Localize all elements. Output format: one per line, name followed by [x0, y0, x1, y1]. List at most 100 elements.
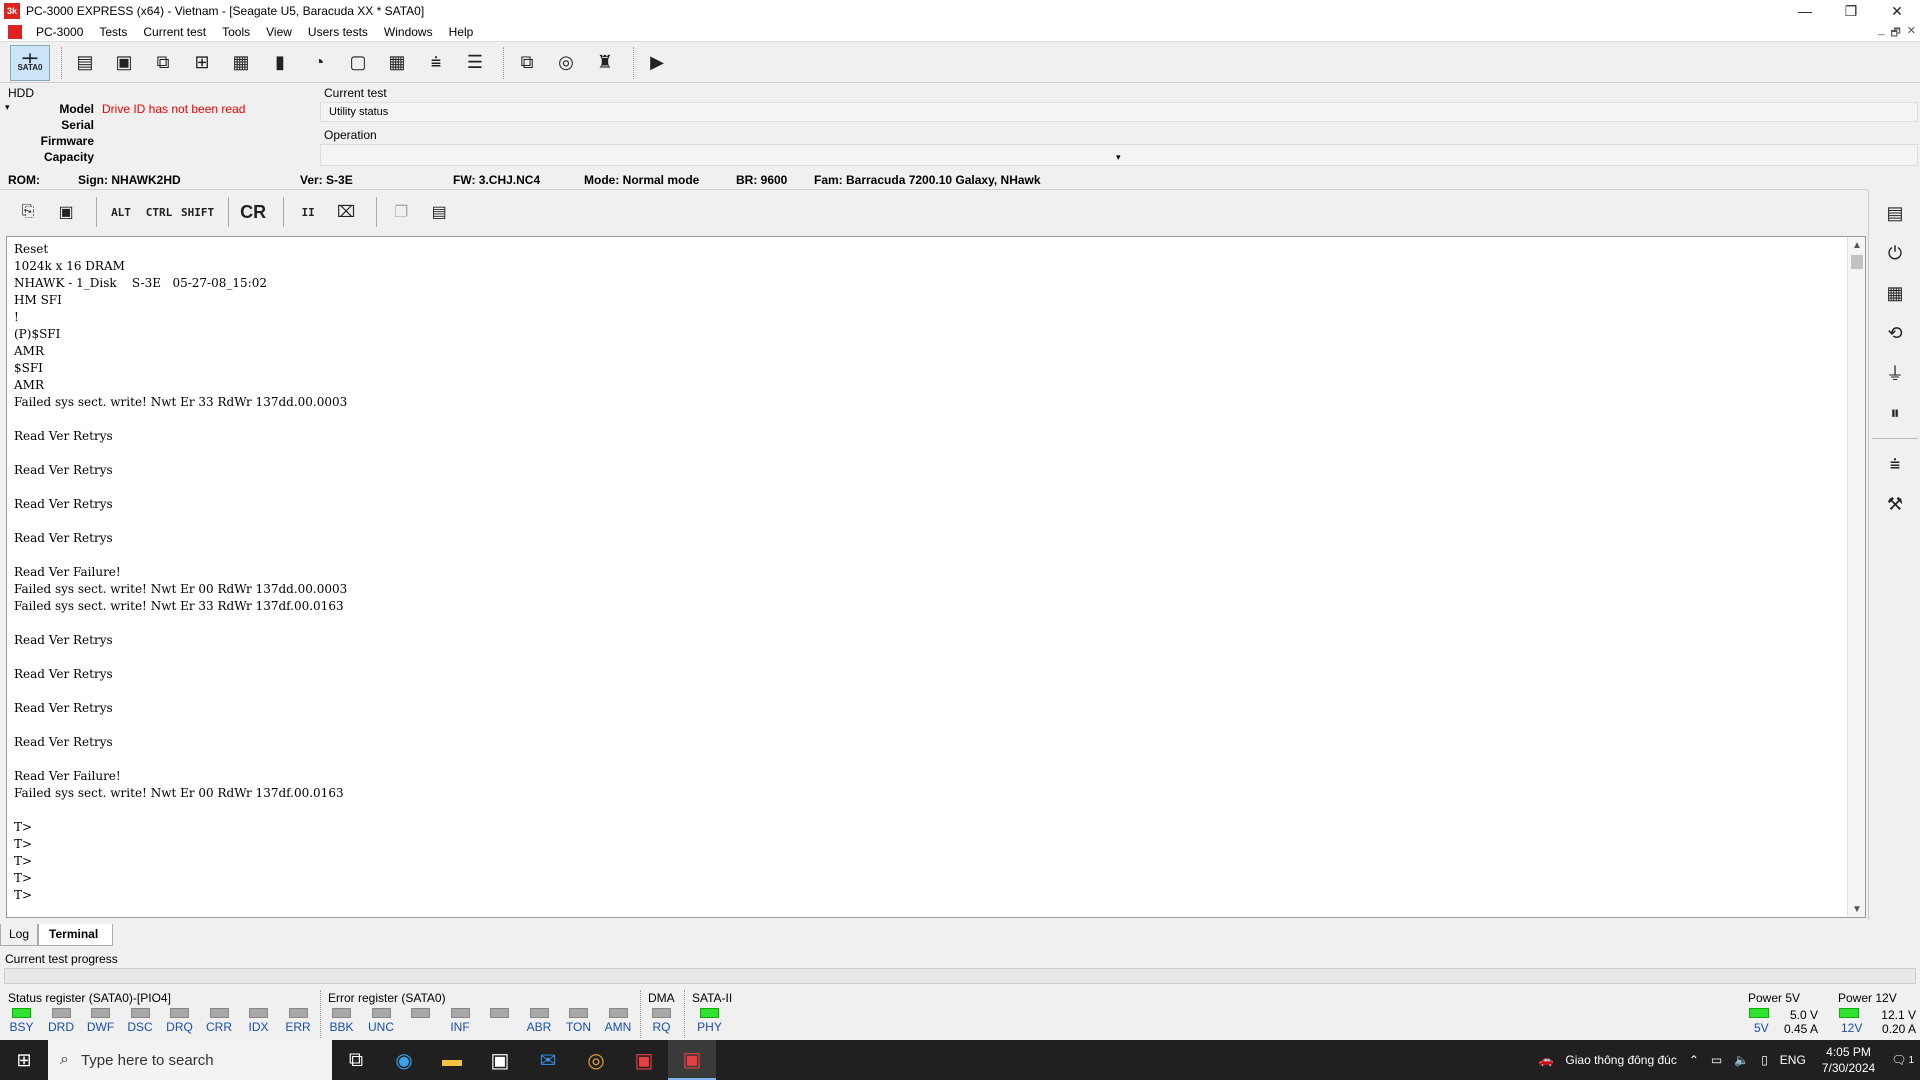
battery-icon[interactable]: ▯ — [1755, 1053, 1774, 1067]
menu-windows[interactable]: Windows — [376, 25, 441, 39]
shift-key-button[interactable]: SHIFT — [181, 197, 214, 227]
menu-view[interactable]: View — [258, 25, 300, 39]
power-12v-indicator[interactable] — [1839, 1008, 1859, 1018]
mdi-app-icon[interactable] — [8, 24, 22, 39]
pause-icon[interactable]: ⏸ — [1875, 396, 1915, 430]
operation-label: Operation — [324, 128, 377, 142]
maximize-button[interactable]: ❐ — [1828, 0, 1874, 22]
menu-users-tests[interactable]: Users tests — [300, 25, 376, 39]
led-drq: DRQ — [160, 1008, 199, 1034]
led-label: BSY — [9, 1020, 34, 1034]
mdi-close-button[interactable]: ✕ — [1907, 24, 1916, 43]
terminal-line: Read Ver Retrys — [14, 633, 113, 647]
menu-pc3000[interactable]: PC-3000 — [28, 25, 91, 39]
menu-tools[interactable]: Tools — [214, 25, 258, 39]
play-icon[interactable]: ▶ — [640, 46, 674, 80]
utility-load-icon[interactable]: ⧉ — [146, 46, 180, 80]
led-label: ABR — [526, 1020, 552, 1034]
chip-icon[interactable]: ▮ — [263, 46, 297, 80]
terminal-line: AMR — [14, 378, 44, 392]
tab-log[interactable]: Log — [0, 924, 39, 946]
taskbar-search[interactable]: ⌕ Type here to search — [48, 1040, 332, 1080]
slider-menu-icon[interactable]: ⩧ — [1875, 447, 1915, 481]
power-5v-voltage: 5.0 V — [1789, 1008, 1818, 1022]
terminal-toolbar: ⎘ ▣ ALT CTRL SHIFT CR II ⌧ ❐ ▤ — [0, 192, 1868, 232]
scroll-up-icon[interactable]: ▲ — [1848, 237, 1866, 253]
copy-windows-icon[interactable]: ⧉ — [510, 46, 544, 80]
user-tool-icon[interactable]: ♜ — [588, 46, 622, 80]
save-icon[interactable]: ▢ — [341, 46, 375, 80]
led-label: IDX — [248, 1020, 269, 1034]
led-indicator — [529, 1008, 549, 1018]
taskbar-clock[interactable]: 4:05 PM 7/30/2024 — [1812, 1044, 1885, 1076]
led-indicator — [411, 1008, 430, 1018]
traffic-car-icon[interactable]: 🚗 — [1532, 1053, 1559, 1067]
network-icon[interactable]: ▭ — [1705, 1053, 1728, 1067]
tray-overflow-icon[interactable]: ⌃ — [1683, 1053, 1705, 1067]
minimize-button[interactable]: — — [1782, 0, 1828, 22]
print-icon[interactable]: ▤ — [423, 197, 455, 227]
scroll-thumb[interactable] — [1851, 255, 1863, 269]
passport-icon[interactable]: ▤ — [1875, 196, 1915, 230]
menu-current-test[interactable]: Current test — [135, 25, 214, 39]
clock-date: 7/30/2024 — [1821, 1061, 1876, 1075]
led-indicator — [249, 1008, 268, 1018]
board-icon[interactable]: ▦ — [1875, 276, 1915, 310]
speed-settings-icon[interactable]: ▦ — [224, 46, 258, 80]
open-log-icon[interactable]: ⎘ — [12, 197, 44, 227]
mdi-restore-button[interactable]: 🗗 — [1890, 24, 1900, 43]
edge-browser-icon[interactable]: ◉ — [380, 1040, 428, 1080]
grid-map-icon[interactable]: ▦ — [380, 46, 414, 80]
power-5v-label: 5V — [1754, 1021, 1769, 1035]
terminal-output[interactable]: Reset 1024k x 16 DRAM NHAWK - 1_Disk S-3E … — [6, 236, 1866, 918]
copy-icon[interactable]: ❐ — [385, 197, 417, 227]
weather-text[interactable]: Giao thông đông đúc — [1559, 1053, 1682, 1067]
mdi-minimize-button[interactable]: _ — [1878, 24, 1884, 43]
power-toggle-icon[interactable]: ⏻ — [1875, 236, 1915, 270]
chrome-icon[interactable]: ◎ — [572, 1040, 620, 1080]
probe-icon[interactable]: ⏚ — [1875, 356, 1915, 390]
power-5v-indicator[interactable] — [1749, 1008, 1769, 1018]
alt-key-button[interactable]: ALT — [105, 197, 137, 227]
sata0-port-button[interactable]: ━╋━ SATA0 — [10, 44, 50, 81]
mail-icon[interactable]: ✉ — [524, 1040, 572, 1080]
store-icon[interactable]: ▣ — [476, 1040, 524, 1080]
pc3000-launcher-icon[interactable]: ▣ — [620, 1040, 668, 1080]
cr-button[interactable]: CR — [237, 197, 269, 227]
hdd-add-icon[interactable]: ⊞ — [185, 46, 219, 80]
passport-icon[interactable]: ▤ — [68, 46, 102, 80]
clear-terminal-icon[interactable]: ⌧ — [330, 197, 362, 227]
tab-terminal[interactable]: Terminal — [38, 924, 114, 946]
pause-button[interactable]: II — [292, 197, 324, 227]
terminal-line: Read Ver Failure! — [14, 565, 121, 579]
menu-tests[interactable]: Tests — [91, 25, 135, 39]
language-indicator[interactable]: ENG — [1774, 1053, 1812, 1067]
hdd-model-key: Model — [59, 102, 94, 116]
terminal-line: Read Ver Retrys — [14, 735, 113, 749]
file-explorer-icon[interactable]: ▬ — [428, 1040, 476, 1080]
list-icon[interactable]: ☰ — [458, 46, 492, 80]
windows-start-icon[interactable]: ⊞ — [0, 1040, 48, 1080]
disk-stack-icon[interactable]: ◎ — [549, 46, 583, 80]
save-log-icon[interactable]: ▣ — [50, 197, 82, 227]
menu-help[interactable]: Help — [441, 25, 482, 39]
drive-info-icon[interactable]: ▣ — [107, 46, 141, 80]
reset-icon[interactable]: ⟲ — [1875, 316, 1915, 350]
window-title: PC-3000 EXPRESS (x64) - Vietnam - [Seaga… — [26, 4, 425, 18]
hdd-capacity-key: Capacity — [43, 150, 94, 164]
disk-icon[interactable]: ◔ — [302, 46, 336, 80]
task-view-icon[interactable]: ⧉ — [332, 1040, 380, 1080]
sector-editor-icon[interactable]: ⩧ — [419, 46, 453, 80]
tools-icon[interactable]: ⚒ — [1875, 487, 1915, 521]
ctrl-key-button[interactable]: CTRL — [143, 197, 175, 227]
terminal-line: Read Ver Retrys — [14, 531, 113, 545]
operation-dropdown-icon[interactable]: ▾ — [1116, 152, 1121, 163]
terminal-scrollbar[interactable]: ▲ ▼ — [1847, 237, 1865, 917]
led-unc: UNC — [362, 1008, 401, 1034]
scroll-down-icon[interactable]: ▼ — [1848, 901, 1866, 917]
close-button[interactable]: ✕ — [1874, 0, 1920, 22]
volume-icon[interactable]: 🔈 — [1728, 1053, 1755, 1067]
pc3000-running-icon[interactable]: ▣ — [668, 1040, 716, 1080]
